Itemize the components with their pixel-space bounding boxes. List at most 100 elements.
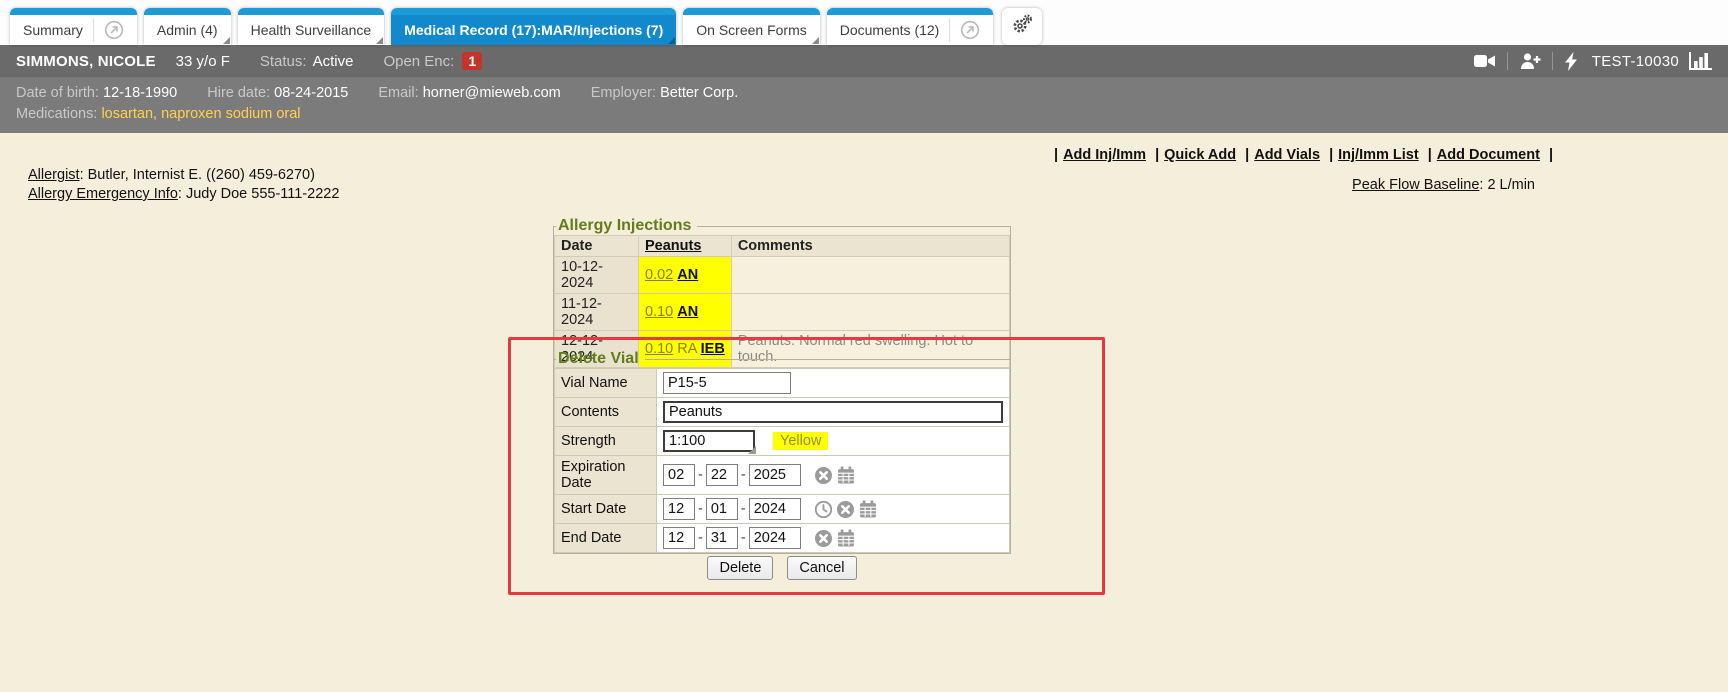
tab-admin-label: Admin (4) xyxy=(157,22,218,38)
table-row: 11-12-2024 0.10 AN xyxy=(555,294,1010,331)
tab-documents[interactable]: Documents (12) xyxy=(827,8,994,45)
start-month-input[interactable] xyxy=(663,498,695,520)
expiration-date-label: Expiration Date xyxy=(555,456,657,495)
expiration-year-input[interactable] xyxy=(749,464,801,486)
col-peanuts[interactable]: Peanuts xyxy=(639,236,732,257)
date-separator: - xyxy=(741,467,746,483)
video-camera-icon[interactable] xyxy=(1474,53,1496,69)
settings-button[interactable] xyxy=(1002,8,1042,45)
clear-date-icon[interactable] xyxy=(837,501,854,518)
dob-value: 12-18-1990 xyxy=(103,85,177,101)
allergy-emergency-link[interactable]: Allergy Emergency Info xyxy=(28,186,178,202)
date-separator: - xyxy=(698,467,703,483)
dose-link[interactable]: 0.02 xyxy=(645,267,673,283)
tab-medical-record-label: Medical Record (17):MAR/Injections (7) xyxy=(404,22,663,38)
form-buttons: Delete Cancel xyxy=(553,556,1011,580)
flowsheet-chart-icon[interactable] xyxy=(1689,52,1712,70)
medications-line: Medications: losartan, naproxen sodium o… xyxy=(16,104,1712,125)
form-row-vial-name: Vial Name xyxy=(555,369,1010,398)
end-year-input[interactable] xyxy=(749,527,801,549)
calendar-icon[interactable] xyxy=(859,500,877,518)
contents-input[interactable] xyxy=(663,401,1003,423)
tab-health-surveillance-label: Health Surveillance xyxy=(251,22,372,38)
hire-date-label: Hire date: xyxy=(207,85,270,101)
form-row-start-date: Start Date -- xyxy=(555,495,1010,524)
delete-vial-title: Delete Vial xyxy=(556,350,645,368)
demographics-bar: Date of birth: 12-18-1990 Hire date: 08-… xyxy=(0,77,1728,133)
vial-name-label: Vial Name xyxy=(555,369,657,398)
main-content: Allergist: Butler, Internist E. ((260) 4… xyxy=(0,133,1728,692)
patient-age-sex: 33 y/o F xyxy=(176,53,230,70)
open-new-window-icon[interactable] xyxy=(104,20,124,40)
add-user-icon[interactable] xyxy=(1519,52,1541,70)
station-id: TEST-10030 xyxy=(1592,53,1679,70)
patient-header-actions: TEST-10030 xyxy=(1474,52,1712,71)
tab-on-screen-forms[interactable]: On Screen Forms xyxy=(683,8,819,45)
tab-medical-record[interactable]: Medical Record (17):MAR/Injections (7) xyxy=(391,8,676,45)
inj-imm-list-link[interactable]: Inj/Imm List xyxy=(1338,147,1419,163)
tab-bar: Summary Admin (4) Health Surveillance Me… xyxy=(0,0,1728,45)
start-day-input[interactable] xyxy=(706,498,738,520)
injection-comment xyxy=(731,257,1009,294)
hire-date-value: 08-24-2015 xyxy=(274,85,348,101)
col-comments: Comments xyxy=(731,236,1009,257)
dose-link[interactable]: 0.10 xyxy=(645,304,673,320)
dose-code-link[interactable]: AN xyxy=(677,267,698,283)
allergy-contact-info: Allergist: Butler, Internist E. ((260) 4… xyxy=(28,166,339,204)
expiration-month-input[interactable] xyxy=(663,464,695,486)
end-month-input[interactable] xyxy=(663,527,695,549)
clear-date-icon[interactable] xyxy=(815,467,832,484)
delete-button[interactable]: Delete xyxy=(707,556,773,580)
injection-dose: 0.02 AN xyxy=(639,257,732,294)
tab-fold-icon xyxy=(668,37,675,44)
strength-input[interactable] xyxy=(663,430,755,452)
dose-code-link[interactable]: AN xyxy=(677,304,698,320)
open-enc-label: Open Enc: xyxy=(383,53,454,70)
calendar-icon[interactable] xyxy=(837,466,855,484)
tab-documents-label: Documents (12) xyxy=(840,22,940,38)
demographics-line1: Date of birth: 12-18-1990 Hire date: 08-… xyxy=(16,83,1712,104)
add-document-link[interactable]: Add Document xyxy=(1437,147,1540,163)
clock-icon[interactable] xyxy=(815,501,832,518)
tab-summary-label: Summary xyxy=(23,22,83,38)
end-day-input[interactable] xyxy=(706,527,738,549)
dob-label: Date of birth: xyxy=(16,85,99,101)
start-year-input[interactable] xyxy=(749,498,801,520)
medications-value[interactable]: losartan, naproxen sodium oral xyxy=(101,106,300,122)
calendar-icon[interactable] xyxy=(837,529,855,547)
peak-flow-link[interactable]: Peak Flow Baseline xyxy=(1352,177,1479,193)
tab-admin[interactable]: Admin (4) xyxy=(144,8,231,45)
allergist-value: : Butler, Internist E. ((260) 459-6270) xyxy=(80,167,315,183)
link-separator: | xyxy=(1549,147,1553,163)
open-new-window-icon[interactable] xyxy=(960,20,980,40)
add-vials-link[interactable]: Add Vials xyxy=(1254,147,1320,163)
vial-name-input[interactable] xyxy=(663,372,791,394)
link-separator: | xyxy=(1329,147,1333,163)
injection-date: 10-12-2024 xyxy=(555,257,639,294)
cancel-button[interactable]: Cancel xyxy=(787,556,856,580)
tab-health-surveillance[interactable]: Health Surveillance xyxy=(238,8,385,45)
table-header-row: Date Peanuts Comments xyxy=(555,236,1010,257)
end-date-label: End Date xyxy=(555,524,657,553)
add-inj-imm-link[interactable]: Add Inj/Imm xyxy=(1063,147,1146,163)
quick-add-link[interactable]: Quick Add xyxy=(1164,147,1236,163)
open-enc-badge[interactable]: 1 xyxy=(462,52,482,70)
lightning-icon[interactable] xyxy=(1564,52,1578,71)
strength-label: Strength xyxy=(555,427,657,456)
date-separator: - xyxy=(698,530,703,546)
tab-summary[interactable]: Summary xyxy=(10,8,137,45)
expiration-day-input[interactable] xyxy=(706,464,738,486)
resize-handle-icon[interactable] xyxy=(748,446,756,454)
start-date-label: Start Date xyxy=(555,495,657,524)
clear-date-icon[interactable] xyxy=(815,530,832,547)
employer-label: Employer: xyxy=(591,85,656,101)
patient-header-bar: SIMMONS, NICOLE 33 y/o F Status: Active … xyxy=(0,45,1728,77)
form-row-expiration-date: Expiration Date - - xyxy=(555,456,1010,495)
divider xyxy=(1552,52,1553,70)
allergist-link[interactable]: Allergist xyxy=(28,167,80,183)
action-links: |Add Inj/Imm |Quick Add |Add Vials |Inj/… xyxy=(1049,147,1558,163)
highlight-rectangle: Delete Vial Vial Name Contents Strength xyxy=(508,337,1105,595)
peak-flow-value: : 2 L/min xyxy=(1479,177,1535,193)
tab-divider xyxy=(93,18,94,42)
contents-label: Contents xyxy=(555,398,657,427)
